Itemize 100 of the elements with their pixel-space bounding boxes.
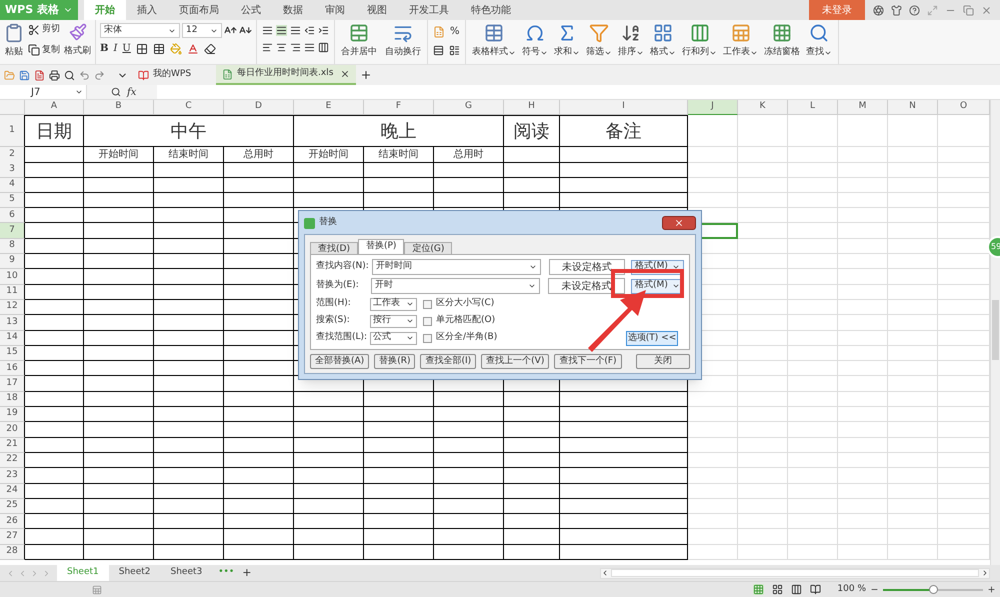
empty-cell[interactable] [84,300,154,316]
empty-cell[interactable] [434,452,504,468]
dialog-button[interactable]: 查找上一个(V) [481,354,550,369]
empty-cell[interactable] [224,269,294,285]
empty-cell[interactable] [84,208,154,224]
outdent-icon[interactable] [304,25,315,36]
ribbon-tool-button[interactable]: 表格样式 [472,23,516,60]
font-color-icon[interactable] [186,42,199,54]
scrollbar-thumb[interactable] [992,300,999,360]
empty-cell[interactable] [224,468,294,484]
sheet-tab[interactable]: Sheet1 [57,565,109,581]
empty-cell[interactable] [364,392,434,408]
empty-cell[interactable] [364,407,434,422]
ribbon-tool-button[interactable]: 筛选 [586,23,612,60]
eraser-icon[interactable] [204,42,216,54]
row-header[interactable]: 27 [0,529,25,545]
align-bottom-icon[interactable] [290,25,301,36]
empty-cell[interactable] [154,192,224,208]
ribbon-tool-button[interactable]: 工作表 [723,23,758,60]
empty-cell[interactable] [364,544,434,560]
empty-cell[interactable] [154,330,224,346]
formula-input[interactable] [157,85,1000,99]
empty-cell[interactable] [224,238,294,254]
empty-cell[interactable] [224,452,294,468]
close-icon[interactable] [981,4,992,16]
dialog-tab[interactable]: 定位(G) [404,242,452,254]
row-header[interactable]: 23 [0,468,25,484]
restore-icon[interactable] [963,4,974,16]
empty-cell[interactable] [154,315,224,331]
empty-cell[interactable] [154,422,224,438]
skin-icon[interactable] [873,4,884,16]
column-header[interactable]: D [224,100,294,115]
empty-cell[interactable] [154,269,224,285]
empty-cell[interactable] [84,452,154,468]
empty-cell[interactable] [560,498,688,514]
empty-cell[interactable] [154,300,224,316]
dropdown-select[interactable]: 工作表 [370,298,417,310]
empty-cell[interactable] [224,484,294,499]
empty-cell[interactable] [154,468,224,484]
empty-cell[interactable] [224,392,294,408]
empty-cell[interactable] [154,238,224,254]
empty-cell[interactable] [154,361,224,376]
justify-icon[interactable] [304,42,315,53]
empty-cell[interactable] [294,452,364,468]
empty-cell[interactable] [434,407,504,422]
empty-cell[interactable] [504,452,560,468]
dialog-button[interactable]: 全部替换(A) [310,354,370,369]
column-header[interactable]: L [788,100,838,115]
empty-cell[interactable] [504,514,560,530]
empty-cell[interactable] [224,284,294,300]
empty-cell[interactable] [560,422,688,438]
dialog-button[interactable]: 替换(R) [374,354,416,369]
empty-cell[interactable] [84,392,154,408]
slider-thumb[interactable] [929,585,938,594]
empty-cell[interactable] [154,178,224,193]
empty-cell[interactable] [294,544,364,560]
empty-cell[interactable] [364,529,434,545]
empty-cell[interactable] [224,162,294,178]
column-header[interactable]: G [434,100,504,115]
empty-cell[interactable] [84,529,154,545]
function-button[interactable]: fx [127,84,136,100]
font-size-select[interactable]: 12 [182,23,222,38]
row-header[interactable]: 18 [0,392,25,408]
empty-cell[interactable] [154,484,224,499]
row-header[interactable]: 11 [0,284,25,300]
cut-button[interactable]: 剪切 [28,23,60,36]
ribbon-tab[interactable]: 审阅 [314,0,356,20]
decrease-decimal-icon[interactable] [449,45,460,56]
pdf-icon[interactable] [34,70,45,80]
row-header[interactable]: 12 [0,300,25,316]
column-header[interactable]: K [738,100,788,115]
empty-cell[interactable] [84,238,154,254]
new-tab-icon[interactable] [360,69,372,81]
print-icon[interactable] [49,70,60,80]
empty-cell[interactable] [224,514,294,530]
column-header[interactable]: A [25,100,84,115]
checkbox[interactable] [423,300,432,308]
empty-cell[interactable] [294,529,364,545]
empty-cell[interactable] [224,498,294,514]
empty-cell[interactable] [224,422,294,438]
align-middle-icon[interactable] [276,25,287,36]
scroll-right-icon[interactable] [981,569,989,577]
empty-cell[interactable] [294,178,364,193]
row-header[interactable]: 10 [0,269,25,285]
empty-cell[interactable] [434,192,504,208]
empty-cell[interactable] [504,392,560,408]
empty-cell[interactable] [434,162,504,178]
close-button[interactable] [662,216,696,230]
distribute-icon[interactable] [318,42,329,53]
row-header[interactable]: 1 [0,115,25,147]
underline-button[interactable]: U [122,41,131,56]
empty-cell[interactable] [224,407,294,422]
empty-cell[interactable] [504,498,560,514]
empty-cell[interactable] [84,484,154,499]
empty-cell[interactable] [364,162,434,178]
empty-cell[interactable] [294,514,364,530]
empty-cell[interactable] [154,452,224,468]
checkbox[interactable] [423,316,432,326]
dialog-button[interactable]: 查找下一个(F) [554,354,622,369]
empty-cell[interactable] [434,484,504,499]
